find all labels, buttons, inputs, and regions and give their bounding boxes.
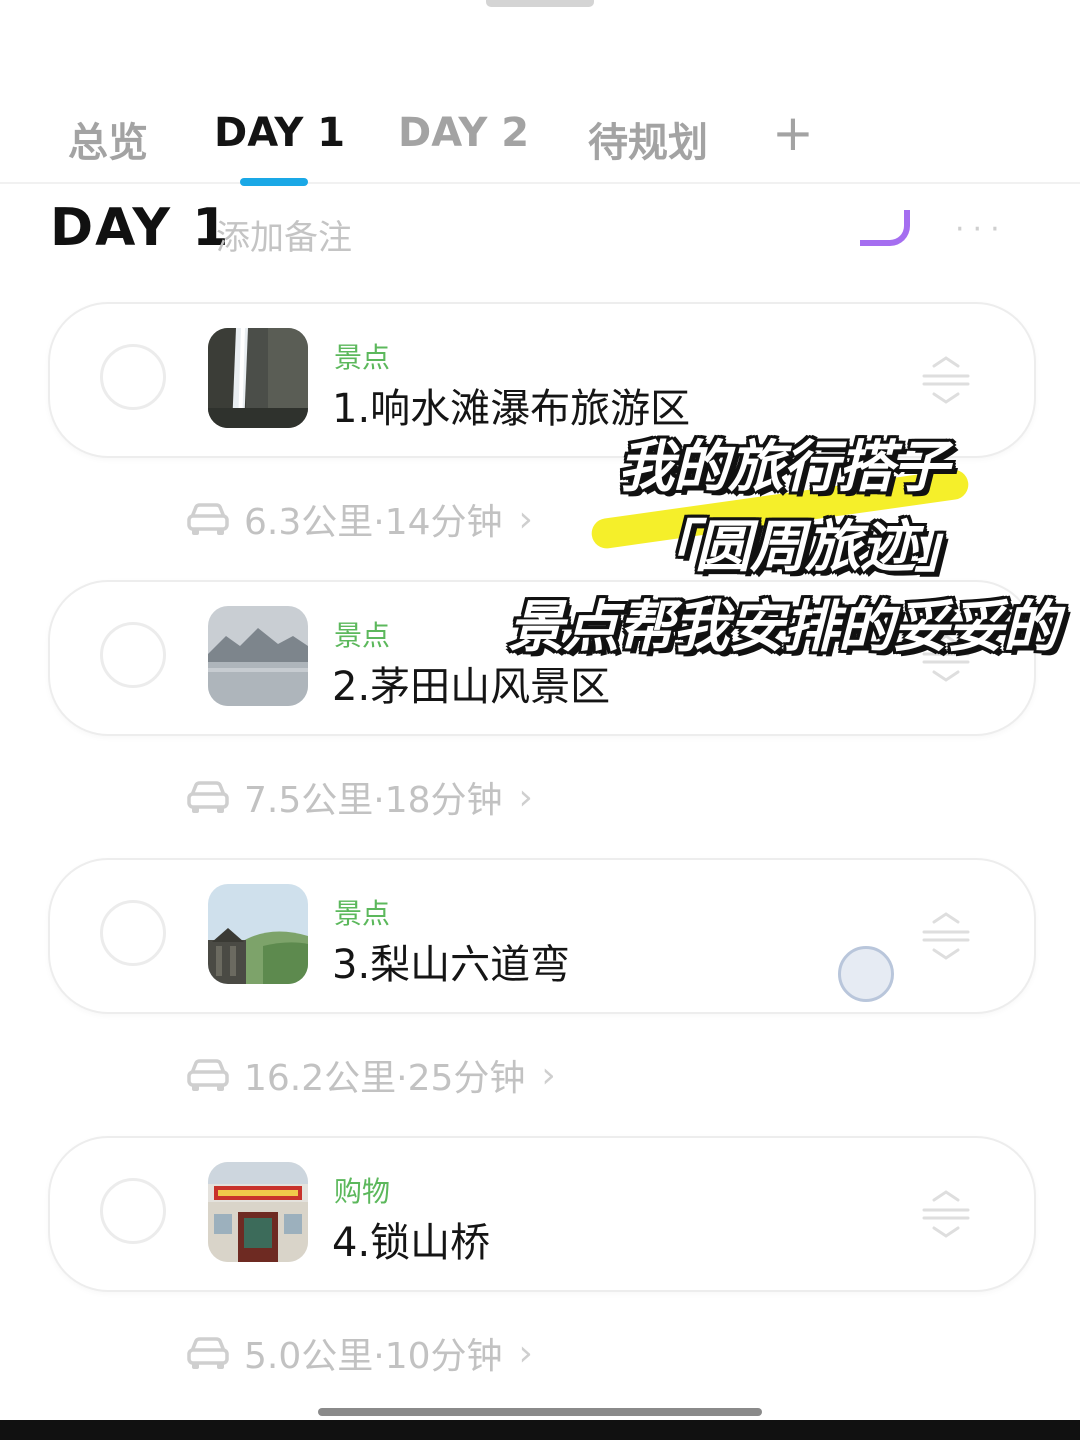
- overlay-caption-line-2: 「圆周旅迹」: [640, 515, 971, 580]
- drag-handle-icon[interactable]: [918, 352, 974, 408]
- chevron-right-icon: ›: [518, 498, 533, 540]
- more-icon[interactable]: ···: [955, 212, 1008, 247]
- home-indicator[interactable]: [318, 1408, 762, 1416]
- route-distance-time: 7.5公里·18分钟: [244, 780, 503, 821]
- day-header: DAY 1 添加备注 ···: [0, 190, 1080, 260]
- route-distance-time: 6.3公里·14分钟: [244, 502, 503, 543]
- route-distance-time: 5.0公里·10分钟: [244, 1336, 503, 1377]
- circle-checkbox-icon[interactable]: [100, 900, 166, 966]
- supermarket-storefront-photo: [208, 1162, 308, 1262]
- stop-name: 3.梨山六道弯: [332, 942, 571, 988]
- day-title: DAY 1: [50, 198, 231, 258]
- car-icon: [187, 1337, 229, 1369]
- car-icon: [187, 1059, 229, 1091]
- active-tab-indicator: [240, 178, 308, 186]
- route-segment-4[interactable]: 5.0公里·10分钟 ›: [186, 1328, 533, 1378]
- add-note-field[interactable]: 添加备注: [216, 210, 352, 259]
- tab-to-plan[interactable]: 待规划: [588, 110, 708, 168]
- drag-handle-icon[interactable]: [918, 908, 974, 964]
- overlay-caption-line-3: 景点帮我安排的妥妥的: [508, 595, 1059, 660]
- car-icon: [187, 781, 229, 813]
- lake-mountain-photo: [208, 606, 308, 706]
- stop-category: 景点: [334, 897, 391, 930]
- stop-category: 景点: [334, 341, 391, 374]
- circle-checkbox-icon[interactable]: [100, 1178, 166, 1244]
- bottom-edge-bar: [0, 1420, 1080, 1440]
- add-day-button[interactable]: +: [772, 104, 814, 162]
- stop-category: 景点: [334, 619, 391, 652]
- stop-name: 4.锁山桥: [332, 1220, 491, 1266]
- drag-handle-icon[interactable]: [918, 1186, 974, 1242]
- chevron-right-icon: ›: [541, 1054, 556, 1096]
- chevron-right-icon: ›: [518, 1332, 533, 1374]
- sheet-grab-handle[interactable]: [486, 0, 594, 7]
- stop-category: 购物: [334, 1175, 391, 1208]
- route-segment-1[interactable]: 6.3公里·14分钟 ›: [186, 494, 533, 544]
- pavilion-hill-photo: [208, 884, 308, 984]
- route-segment-2[interactable]: 7.5公里·18分钟 ›: [186, 772, 533, 822]
- tab-overview[interactable]: 总览: [68, 110, 148, 168]
- overlay-caption-line-1: 我的旅行搭子: [618, 435, 949, 500]
- circle-checkbox-icon[interactable]: [100, 622, 166, 688]
- tab-day-2[interactable]: DAY 2: [398, 110, 529, 156]
- route-segment-3[interactable]: 16.2公里·25分钟 ›: [186, 1050, 556, 1100]
- circle-checkbox-icon[interactable]: [100, 344, 166, 410]
- tab-day-1[interactable]: DAY 1: [214, 110, 345, 156]
- edit-icon[interactable]: [860, 210, 910, 246]
- waterfall-photo: [208, 328, 308, 428]
- itinerary-stop-card[interactable]: 购物 4.锁山桥: [48, 1136, 1036, 1292]
- car-icon: [187, 503, 229, 535]
- day-tab-bar: 总览 DAY 1 DAY 2 待规划 +: [0, 100, 1080, 186]
- touch-indicator: [838, 946, 894, 1002]
- chevron-right-icon: ›: [518, 776, 533, 818]
- route-distance-time: 16.2公里·25分钟: [244, 1058, 526, 1099]
